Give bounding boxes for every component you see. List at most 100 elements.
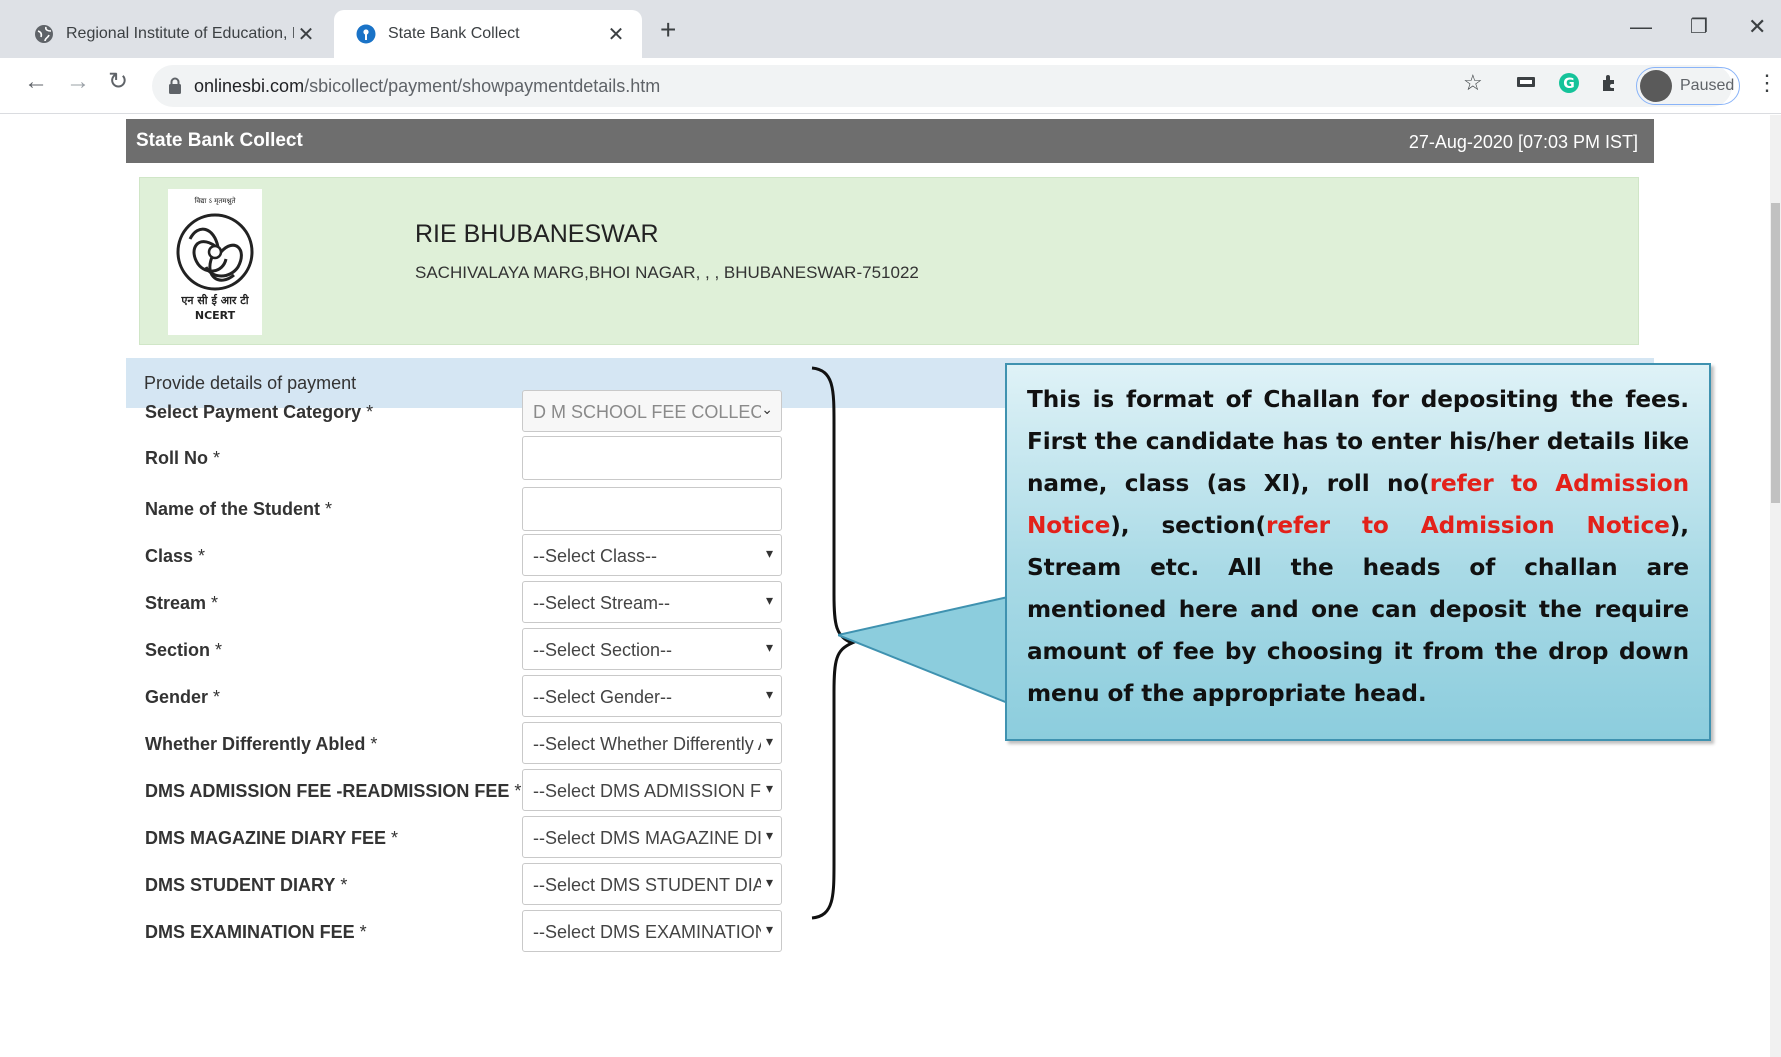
select-dropdown[interactable]: D M SCHOOL FEE COLLEC ⌄ xyxy=(522,390,782,432)
star-icon[interactable]: ☆ xyxy=(1463,72,1483,94)
profile-button[interactable]: Paused xyxy=(1636,67,1740,105)
callout-pointer xyxy=(838,595,1009,705)
form-row: Name of the Student * xyxy=(145,487,785,531)
field-label: Name of the Student * xyxy=(145,499,333,519)
menu-icon[interactable]: ⋮ xyxy=(1756,72,1778,94)
text-input[interactable] xyxy=(522,436,782,480)
form-row: Class * --Select Class-- ▾ xyxy=(145,534,785,578)
form-row: Select Payment Category * D M SCHOOL FEE … xyxy=(145,390,785,434)
avatar xyxy=(1640,70,1672,102)
form-row: Roll No * xyxy=(145,436,785,480)
form-row: Section * --Select Section-- ▾ xyxy=(145,628,785,672)
close-icon[interactable]: ✕ xyxy=(604,22,628,47)
chevron-down-icon: ▾ xyxy=(765,733,773,749)
browser-toolbar: ← → ↻ onlinesbi.com/sbicollect/payment/s… xyxy=(0,58,1781,114)
chevron-down-icon: ▾ xyxy=(765,874,773,890)
callout-highlight: refer to Admission Notice xyxy=(1266,512,1670,539)
field-value: --Select DMS EXAMINATION FE xyxy=(533,922,761,942)
grammarly-icon[interactable]: G xyxy=(1558,72,1580,98)
form-row: DMS ADMISSION FEE -READMISSION FEE * --Se… xyxy=(145,769,785,813)
page-content: State Bank Collect 27-Aug-2020 [07:03 PM… xyxy=(0,115,1770,1057)
field-value: --Select Class-- xyxy=(533,546,658,566)
chevron-down-icon: ▾ xyxy=(765,592,773,608)
chevron-down-icon: ▾ xyxy=(765,780,773,796)
datetime: 27-Aug-2020 [07:03 PM IST] xyxy=(1408,132,1638,152)
extensions-icon[interactable] xyxy=(1600,72,1620,96)
chevron-down-icon: ⌄ xyxy=(761,401,773,417)
sbi-logo-icon xyxy=(356,24,376,44)
lock-icon xyxy=(169,77,181,94)
svg-text:एन सी ई आर टी: एन सी ई आर टी xyxy=(180,293,249,307)
chevron-down-icon: ▾ xyxy=(765,545,773,561)
back-icon[interactable]: ← xyxy=(24,70,48,94)
restore-icon[interactable]: ❐ xyxy=(1690,14,1708,39)
select-dropdown[interactable]: --Select Stream-- ▾ xyxy=(522,581,782,623)
tab-title: State Bank Collect xyxy=(388,25,520,42)
new-tab-icon[interactable]: + xyxy=(660,16,676,44)
ncert-logo: विद्या ऽ मृतमश्नुते एन सी ई आर टी NCERT xyxy=(168,189,262,335)
field-value: D M SCHOOL FEE COLLEC xyxy=(533,402,761,422)
field-value: --Select Gender-- xyxy=(533,687,673,707)
chevron-down-icon: ▾ xyxy=(765,921,773,937)
field-value: --Select DMS MAGAZINE DIAR xyxy=(533,828,761,848)
forward-icon[interactable]: → xyxy=(66,70,90,94)
tab-state-bank-collect[interactable]: State Bank Collect ✕ xyxy=(334,10,642,58)
svg-text:G: G xyxy=(1563,76,1575,92)
svg-text:NCERT: NCERT xyxy=(195,309,236,322)
field-label: Class * xyxy=(145,546,206,566)
select-dropdown[interactable]: --Select DMS STUDENT DIARY▾ xyxy=(522,863,782,905)
callout-text: This is format of Challan for depositing… xyxy=(1027,386,1689,707)
field-label: DMS STUDENT DIARY * xyxy=(145,875,348,895)
select-dropdown[interactable]: --Select DMS ADMISSION FEE ▾ xyxy=(522,769,782,811)
close-icon[interactable]: ✕ xyxy=(294,22,318,47)
select-dropdown[interactable]: --Select Section-- ▾ xyxy=(522,628,782,670)
field-label: Roll No * xyxy=(145,448,221,468)
select-dropdown[interactable]: --Select DMS MAGAZINE DIAR▾ xyxy=(522,816,782,858)
field-value: --Select Stream-- xyxy=(533,593,671,613)
text-input[interactable] xyxy=(522,487,782,531)
field-value: --Select Whether Differently Abl xyxy=(533,734,761,754)
form-row: DMS EXAMINATION FEE * --Select DMS EXAMIN… xyxy=(145,910,785,954)
minimize-icon[interactable]: — xyxy=(1630,14,1652,40)
reload-icon[interactable]: ↻ xyxy=(108,70,128,94)
field-value: --Select DMS ADMISSION FEE xyxy=(533,781,761,801)
profile-status: Paused xyxy=(1680,77,1735,94)
scrollbar-thumb[interactable] xyxy=(1771,203,1780,503)
address-bar[interactable]: onlinesbi.com/sbicollect/payment/showpay… xyxy=(152,65,1732,107)
tab-regional-institute[interactable]: Regional Institute of Education, B ✕ xyxy=(12,10,332,58)
select-dropdown[interactable]: --Select Gender-- ▾ xyxy=(522,675,782,717)
institute-address: SACHIVALAYA MARG,BHOI NAGAR, , , BHUBANE… xyxy=(415,263,919,282)
field-label: Section * xyxy=(145,640,223,660)
field-label: DMS ADMISSION FEE -READMISSION FEE * xyxy=(145,781,522,801)
form-row: DMS STUDENT DIARY * --Select DMS STUDENT … xyxy=(145,863,785,907)
svg-text:विद्या ऽ मृतमश्नुते: विद्या ऽ मृतमश्नुते xyxy=(195,196,237,205)
institute-panel: विद्या ऽ मृतमश्नुते एन सी ई आर टी NCERT … xyxy=(139,177,1639,345)
form-row: Stream * --Select Stream-- ▾ xyxy=(145,581,785,625)
field-value: --Select Section-- xyxy=(533,640,673,660)
select-dropdown[interactable]: --Select Class-- ▾ xyxy=(522,534,782,576)
form-row: Gender * --Select Gender-- ▾ xyxy=(145,675,785,719)
chevron-down-icon: ▾ xyxy=(765,827,773,843)
window-close-icon[interactable]: ✕ xyxy=(1748,14,1766,40)
field-value: --Select DMS STUDENT DIARY xyxy=(533,875,761,895)
field-label: DMS EXAMINATION FEE * xyxy=(145,922,367,942)
tab-title: Regional Institute of Education, B xyxy=(66,25,294,42)
select-dropdown[interactable]: --Select DMS EXAMINATION FE▾ xyxy=(522,910,782,952)
field-label: Select Payment Category * xyxy=(145,402,374,422)
page-scrollbar[interactable] xyxy=(1770,115,1781,1057)
form-row: DMS MAGAZINE DIARY FEE * --Select DMS MAG… xyxy=(145,816,785,860)
select-dropdown[interactable]: --Select Whether Differently Abl ▾ xyxy=(522,722,782,764)
field-label: Stream * xyxy=(145,593,219,613)
url-text: onlinesbi.com/sbicollect/payment/showpay… xyxy=(194,76,661,96)
sbc-header-bar: State Bank Collect 27-Aug-2020 [07:03 PM… xyxy=(126,119,1654,163)
field-label: Whether Differently Abled * xyxy=(145,734,378,754)
cast-icon[interactable] xyxy=(1516,72,1536,94)
brand-title: State Bank Collect xyxy=(136,130,303,151)
instruction-callout: This is format of Challan for depositing… xyxy=(1005,363,1711,741)
institute-name: RIE BHUBANESWAR xyxy=(415,220,659,248)
field-label: Gender * xyxy=(145,687,221,707)
field-label: DMS MAGAZINE DIARY FEE * xyxy=(145,828,399,848)
chevron-down-icon: ▾ xyxy=(765,639,773,655)
globe-icon xyxy=(35,25,53,43)
form-row: Whether Differently Abled * --Select Whet… xyxy=(145,722,785,766)
